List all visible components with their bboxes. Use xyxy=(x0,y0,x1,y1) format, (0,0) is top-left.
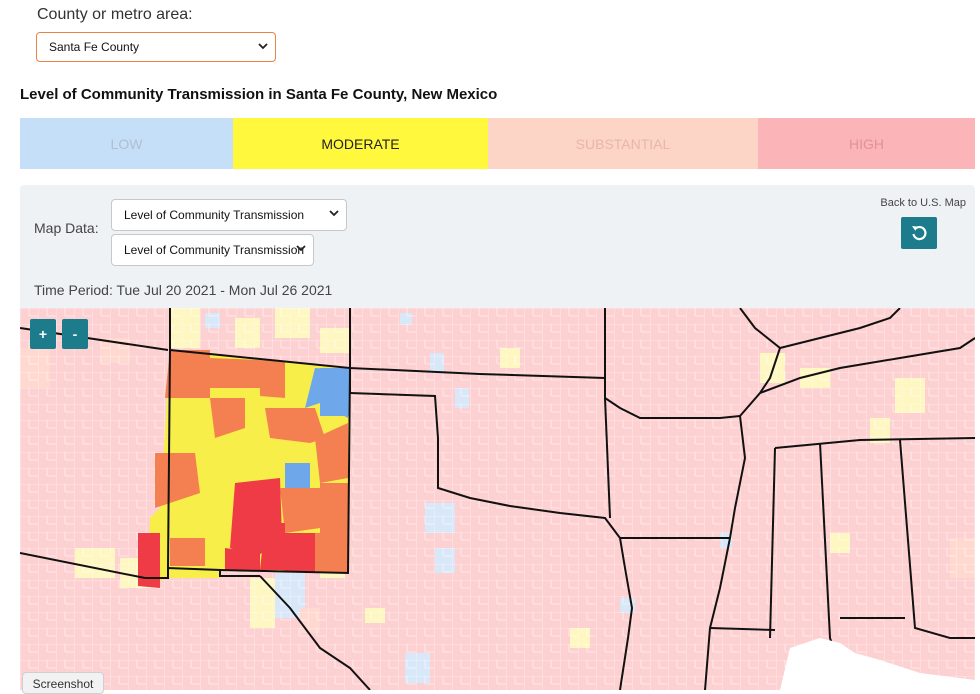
level-moderate: MODERATE xyxy=(233,118,488,169)
back-to-us-map-label: Back to U.S. Map xyxy=(880,197,966,209)
undo-icon xyxy=(912,226,927,241)
county-map[interactable] xyxy=(20,308,975,690)
map-data-select-primary[interactable]: Level of Community Transmission xyxy=(111,199,347,231)
map-controls-panel: Map Data: Level of Community Transmissio… xyxy=(20,185,975,308)
map-data-select-primary-value: Level of Community Transmission xyxy=(124,208,305,222)
chevron-down-icon xyxy=(296,245,306,252)
map-data-select-secondary-value: Level of Community Transmission xyxy=(124,243,305,257)
level-low: LOW xyxy=(20,118,233,169)
map-data-label: Map Data: xyxy=(34,220,99,236)
chevron-down-icon xyxy=(258,43,268,50)
transmission-level-bar: LOW MODERATE SUBSTANTIAL HIGH xyxy=(20,118,975,169)
time-period: Time Period: Tue Jul 20 2021 - Mon Jul 2… xyxy=(34,282,333,298)
level-high: HIGH xyxy=(758,118,975,169)
county-label: County or metro area: xyxy=(37,6,193,23)
level-substantial: SUBSTANTIAL xyxy=(488,118,758,169)
back-to-us-map-button[interactable] xyxy=(901,217,937,249)
map-data-select-secondary[interactable]: Level of Community Transmission xyxy=(111,234,314,266)
page-title: Level of Community Transmission in Santa… xyxy=(20,86,498,103)
county-select-value: Santa Fe County xyxy=(49,40,140,54)
chevron-down-icon xyxy=(329,210,339,217)
zoom-out-button[interactable]: - xyxy=(62,319,88,349)
county-map-svg xyxy=(20,308,975,690)
zoom-in-button[interactable]: + xyxy=(30,319,56,349)
screenshot-button[interactable]: Screenshot xyxy=(22,672,104,694)
county-select[interactable]: Santa Fe County xyxy=(36,32,276,62)
